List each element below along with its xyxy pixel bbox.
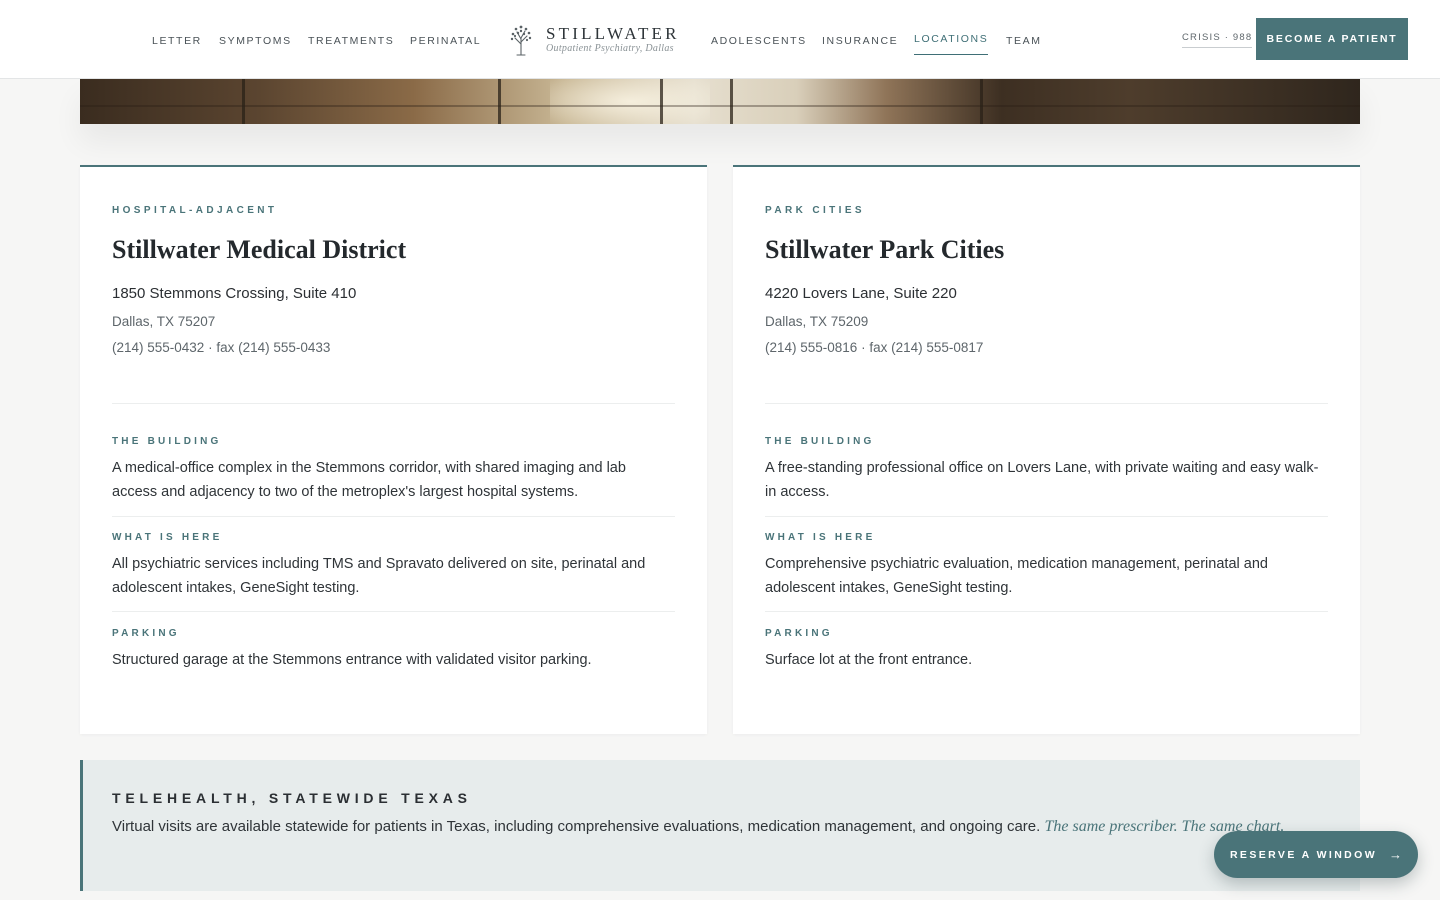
location-card-park-cities: PARK CITIES Stillwater Park Cities 4220 … xyxy=(733,165,1360,734)
brand-name: STILLWATER xyxy=(546,24,680,43)
section-label-building: THE BUILDING xyxy=(112,436,222,447)
nav-link-locations[interactable]: LOCATIONS xyxy=(914,33,989,55)
divider xyxy=(765,516,1328,517)
location-phone[interactable]: (214) 555-0432 · fax (214) 555-0433 xyxy=(112,340,330,355)
location-eyebrow: PARK CITIES xyxy=(765,205,865,216)
brand-logo[interactable]: STILLWATER Outpatient Psychiatry, Dallas xyxy=(507,22,697,58)
arrow-right-icon: → xyxy=(1389,847,1403,862)
telehealth-body: Virtual visits are available statewide f… xyxy=(112,813,1312,840)
location-address-line2: Dallas, TX 75209 xyxy=(765,314,869,329)
nav-link-adolescents[interactable]: ADOLESCENTS xyxy=(711,35,807,47)
divider xyxy=(112,516,675,517)
nav-link-letter[interactable]: LETTER xyxy=(152,35,202,47)
section-label-building: THE BUILDING xyxy=(765,436,875,447)
location-address-line2: Dallas, TX 75207 xyxy=(112,314,216,329)
telehealth-title: TELEHEALTH, STATEWIDE TEXAS xyxy=(112,790,472,806)
section-body-parking: Surface lot at the front entrance. xyxy=(765,652,973,668)
nav-link-insurance[interactable]: INSURANCE xyxy=(822,35,898,47)
location-title: Stillwater Park Cities xyxy=(765,235,1005,264)
divider xyxy=(765,611,1328,612)
location-phone[interactable]: (214) 555-0816 · fax (214) 555-0817 xyxy=(765,340,983,355)
become-a-patient-button[interactable]: BECOME A PATIENT xyxy=(1256,18,1408,60)
location-title: Stillwater Medical District xyxy=(112,235,407,264)
location-eyebrow: HOSPITAL-ADJACENT xyxy=(112,205,278,216)
reserve-a-window-button[interactable]: RESERVE A WINDOW → xyxy=(1214,831,1418,878)
nav-link-symptoms[interactable]: SYMPTOMS xyxy=(219,35,292,47)
divider xyxy=(112,611,675,612)
telehealth-body-text: Virtual visits are available statewide f… xyxy=(112,818,1041,835)
location-card-medical-district: HOSPITAL-ADJACENT Stillwater Medical Dis… xyxy=(80,165,707,734)
section-label-parking: PARKING xyxy=(765,628,833,639)
site-header: LETTER SYMPTOMS TREATMENTS PERINATAL STI… xyxy=(0,0,1440,79)
section-body-building: A free-standing professional office on L… xyxy=(765,460,1319,500)
location-address-line1: 4220 Lovers Lane, Suite 220 xyxy=(765,285,957,302)
section-label-what-is-here: WHAT IS HERE xyxy=(765,532,876,543)
nav-link-team[interactable]: TEAM xyxy=(1006,35,1042,47)
telehealth-banner: TELEHEALTH, STATEWIDE TEXAS Virtual visi… xyxy=(80,760,1360,891)
hero-image xyxy=(80,79,1360,124)
section-body-what-is-here: Comprehensive psychiatric evaluation, me… xyxy=(765,556,1268,596)
brand-tagline: Outpatient Psychiatry, Dallas xyxy=(546,43,674,54)
location-address-line1: 1850 Stemmons Crossing, Suite 410 xyxy=(112,285,357,302)
section-body-parking: Structured garage at the Stemmons entran… xyxy=(112,652,592,668)
section-label-what-is-here: WHAT IS HERE xyxy=(112,532,223,543)
nav-link-treatments[interactable]: TREATMENTS xyxy=(308,35,394,47)
tree-icon xyxy=(510,25,532,56)
section-label-parking: PARKING xyxy=(112,628,180,639)
section-body-building: A medical-office complex in the Stemmons… xyxy=(112,460,626,500)
nav-link-perinatal[interactable]: PERINATAL xyxy=(410,35,481,47)
crisis-line-link[interactable]: CRISIS · 988 xyxy=(1182,32,1253,48)
reserve-label: RESERVE A WINDOW xyxy=(1229,848,1378,861)
divider xyxy=(112,403,675,404)
section-body-what-is-here: All psychiatric services including TMS a… xyxy=(112,556,646,596)
divider xyxy=(765,403,1328,404)
